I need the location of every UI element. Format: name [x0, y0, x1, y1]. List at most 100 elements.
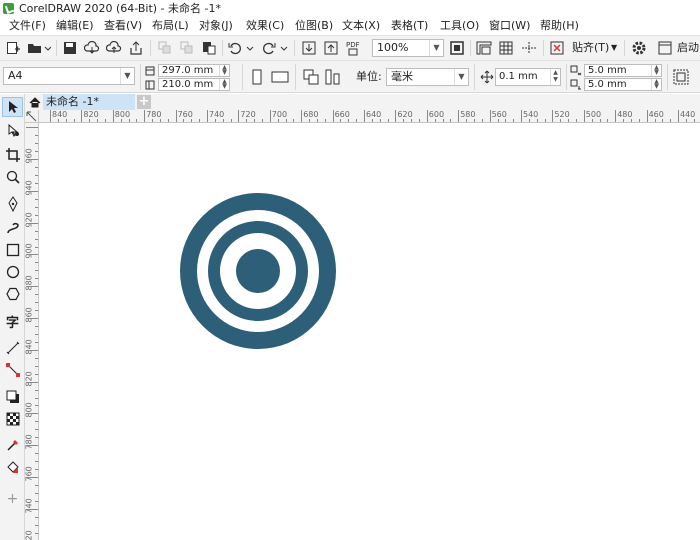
target-shape[interactable]: [179, 192, 337, 350]
ruler-tick: [693, 119, 695, 122]
duplicate-y-input[interactable]: 5.0 mm ▲ ▼: [584, 78, 662, 91]
menu-text[interactable]: 文本(X): [342, 18, 380, 34]
publish-icon[interactable]: [127, 39, 145, 57]
bullseye[interactable]: [236, 249, 280, 293]
toolbar-separator: [474, 64, 475, 90]
open-folder-icon[interactable]: [26, 39, 52, 57]
toolbar-separator: [566, 64, 567, 90]
cloud-upload-icon[interactable]: [105, 39, 123, 57]
paste-icon[interactable]: [200, 39, 218, 57]
landscape-icon[interactable]: [270, 70, 290, 84]
eyedropper-tool-icon[interactable]: [2, 435, 23, 455]
freehand-tool-icon[interactable]: [2, 194, 23, 214]
ruler-tick: [324, 119, 326, 122]
duplicate-x-value: 5.0 mm: [588, 65, 627, 76]
menu-layout[interactable]: 布局(L): [152, 18, 189, 34]
menu-table[interactable]: 表格(T): [391, 18, 428, 34]
current-page-icon[interactable]: [324, 68, 342, 86]
toolbar-separator: [222, 40, 223, 56]
ruler-tick: [183, 119, 185, 122]
add-document-tab-button[interactable]: +: [137, 95, 151, 109]
menu-effects[interactable]: 效果(C): [246, 18, 284, 34]
full-screen-icon[interactable]: [448, 39, 466, 57]
menu-object[interactable]: 对象(J): [199, 18, 233, 34]
spinner-arrows-icon[interactable]: ▲ ▼: [651, 65, 661, 76]
menu-help[interactable]: 帮助(H): [540, 18, 579, 34]
ruler-tick: [685, 119, 687, 122]
ruler-tick: [607, 119, 609, 122]
transparency-tool-icon[interactable]: [2, 409, 23, 429]
import-icon[interactable]: [300, 39, 318, 57]
menu-tools[interactable]: 工具(O): [440, 18, 479, 34]
spinner-arrows-icon[interactable]: ▲ ▼: [219, 79, 229, 90]
launch-icon[interactable]: [656, 39, 674, 57]
bleed-icon[interactable]: [672, 68, 690, 86]
text-tool-icon[interactable]: 字: [2, 311, 23, 331]
ruler-tick: [35, 174, 38, 176]
duplicate-x-input[interactable]: 5.0 mm ▲ ▼: [584, 64, 662, 77]
ruler-tick: [419, 119, 420, 122]
ruler-origin[interactable]: [25, 110, 39, 123]
nudge-distance-input[interactable]: 0.1 mm ▲ ▼: [495, 68, 561, 86]
toolbar-separator: [667, 64, 668, 90]
undo-icon[interactable]: [226, 39, 256, 57]
ruler-tick: [544, 119, 546, 122]
add-tool-icon[interactable]: +: [2, 489, 23, 509]
document-tab[interactable]: 未命名 -1*: [43, 94, 135, 110]
zoom-level-dropdown[interactable]: 100% ▼: [372, 39, 444, 57]
ruler-tick: [269, 110, 271, 122]
horizontal-ruler[interactable]: 840 820 800 780 760 740 720 700 680 660 640 620 600 5…: [39, 110, 700, 123]
spinner-arrows-icon[interactable]: ▲ ▼: [219, 65, 229, 76]
drawing-canvas[interactable]: [40, 124, 700, 540]
page-width-input[interactable]: 297.0 mm ▲ ▼: [158, 64, 230, 77]
connector-tool-icon[interactable]: [2, 360, 23, 380]
options-gear-icon[interactable]: [630, 39, 648, 57]
polygon-tool-icon[interactable]: [2, 284, 23, 304]
publish-pdf-icon[interactable]: PDF: [344, 38, 366, 58]
drop-shadow-tool-icon[interactable]: [2, 387, 23, 407]
menu-edit[interactable]: 编辑(E): [56, 18, 94, 34]
chevron-down-icon[interactable]: ▼: [611, 40, 617, 56]
menu-bitmap[interactable]: 位图(B): [295, 18, 333, 34]
snap-to-label[interactable]: 贴齐(T): [572, 40, 609, 56]
crop-tool-icon[interactable]: [2, 145, 23, 165]
cloud-download-icon[interactable]: [83, 39, 101, 57]
ruler-tick: [26, 190, 38, 192]
ellipse-tool-icon[interactable]: [2, 262, 23, 282]
export-icon[interactable]: [322, 39, 340, 57]
menu-window[interactable]: 窗口(W): [489, 18, 530, 34]
portrait-icon[interactable]: [250, 68, 264, 86]
ruler-tick: [214, 119, 216, 122]
spinner-arrows-icon[interactable]: ▲ ▼: [651, 79, 661, 90]
all-pages-icon[interactable]: [302, 68, 320, 86]
units-dropdown[interactable]: 毫米 ▼: [386, 68, 469, 86]
shape-tool-icon[interactable]: [2, 120, 23, 140]
ruler-tick: [576, 119, 577, 122]
vertical-ruler[interactable]: 960 940 920 900 880 860 840 820 800 780 760 740 720: [25, 123, 39, 540]
show-guidelines-icon[interactable]: [518, 39, 540, 57]
artistic-media-tool-icon[interactable]: [2, 218, 23, 238]
parallel-dimension-tool-icon[interactable]: [2, 338, 23, 358]
zoom-tool-icon[interactable]: [2, 167, 23, 187]
menu-view[interactable]: 查看(V): [104, 18, 142, 34]
spinner-arrows-icon[interactable]: ▲ ▼: [550, 69, 560, 85]
save-icon[interactable]: [61, 39, 79, 57]
snap-off-icon[interactable]: [548, 39, 566, 57]
new-document-icon[interactable]: [4, 39, 22, 57]
ruler-tick-label: 640: [366, 110, 382, 119]
ruler-tick-label: 800: [25, 402, 34, 418]
launch-label[interactable]: 启动: [677, 40, 699, 56]
home-icon[interactable]: [27, 95, 43, 109]
show-grid-icon[interactable]: [497, 39, 515, 57]
page-height-input[interactable]: 210.0 mm ▲ ▼: [158, 78, 230, 91]
ruler-tick: [340, 119, 342, 122]
pick-tool-icon[interactable]: [2, 97, 23, 117]
show-rulers-icon[interactable]: [474, 39, 494, 57]
interactive-fill-tool-icon[interactable]: [2, 457, 23, 477]
redo-icon[interactable]: [260, 39, 290, 57]
rectangle-tool-icon[interactable]: [2, 240, 23, 260]
ruler-tick: [159, 119, 161, 122]
page-size-dropdown[interactable]: A4 ▼: [3, 67, 135, 85]
menu-file[interactable]: 文件(F): [9, 18, 46, 34]
ruler-tick: [81, 110, 83, 122]
